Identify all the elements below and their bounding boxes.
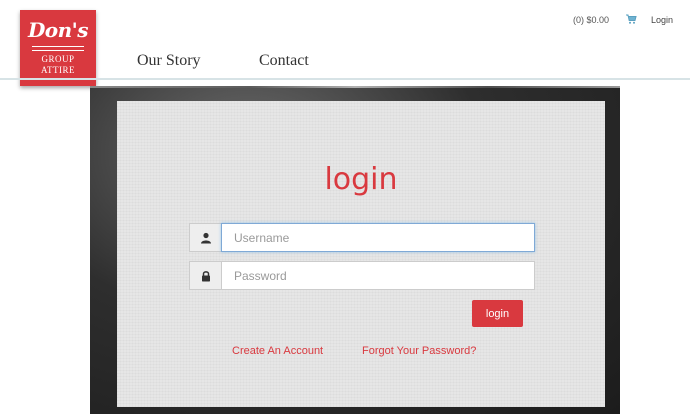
cart-icon[interactable] <box>625 13 637 25</box>
cart-summary[interactable]: (0) $0.00 <box>573 15 609 25</box>
header-divider <box>0 78 690 80</box>
logo-subtitle-group: GROUP <box>41 54 75 64</box>
user-icon <box>189 223 221 252</box>
logo-subtitle-attire: ATTIRE <box>41 65 75 75</box>
logo-script-text: Don's <box>27 18 89 42</box>
brand-logo[interactable]: Don's GROUP ATTIRE <box>20 10 96 86</box>
forgot-password-link[interactable]: Forgot Your Password? <box>362 345 476 357</box>
site-header: Don's GROUP ATTIRE Our Story Contact (0)… <box>0 0 690 90</box>
create-account-link[interactable]: Create An Account <box>232 345 323 357</box>
password-row <box>189 261 535 290</box>
username-row <box>189 223 535 252</box>
logo-divider-second <box>32 50 84 51</box>
password-input[interactable] <box>221 261 535 290</box>
login-title: login <box>324 162 398 197</box>
login-submit-button[interactable]: login <box>472 300 523 327</box>
lock-icon <box>189 261 221 290</box>
nav-contact[interactable]: Contact <box>259 52 309 70</box>
username-input[interactable] <box>221 223 535 252</box>
login-panel: login login Create An Account Forgot You… <box>117 101 605 407</box>
logo-divider <box>32 46 84 47</box>
nav-our-story[interactable]: Our Story <box>137 52 201 70</box>
header-login-link[interactable]: Login <box>651 15 673 25</box>
